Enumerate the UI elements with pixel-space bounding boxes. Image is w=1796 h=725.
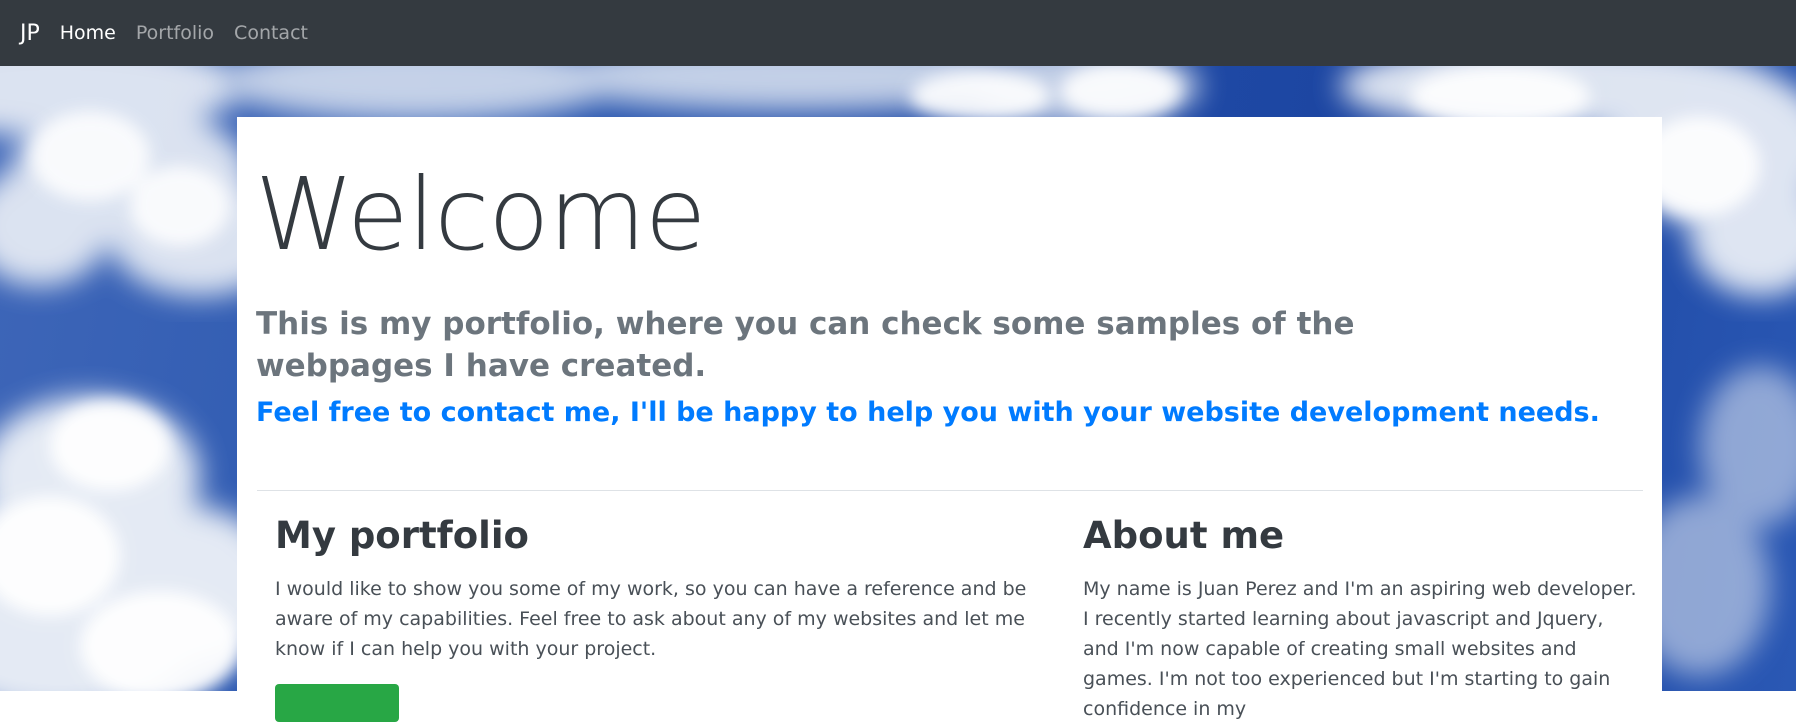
brand-logo[interactable]: JP [20, 21, 40, 46]
portfolio-heading: My portfolio [275, 514, 529, 557]
portfolio-button[interactable] [275, 684, 399, 722]
nav-link-home[interactable]: Home [60, 22, 116, 44]
about-text: My name is Juan Perez and I'm an aspirin… [1083, 578, 1637, 720]
about-heading: About me [1083, 514, 1285, 557]
section-divider [257, 490, 1643, 491]
page-title: Welcome [255, 156, 706, 273]
nav-link-contact[interactable]: Contact [234, 22, 308, 44]
portfolio-section: My portfolio I would like to show you so… [275, 514, 1055, 725]
hero-lead-text: This is my portfolio, where you can chec… [256, 306, 1355, 384]
nav-link-portfolio[interactable]: Portfolio [136, 22, 214, 44]
about-section: About me My name is Juan Perez and I'm a… [1083, 514, 1643, 724]
top-navbar: JP Home Portfolio Contact [0, 0, 1796, 66]
portfolio-text: I would like to show you some of my work… [275, 578, 1027, 660]
welcome-jumbotron: Welcome This is my portfolio, where you … [237, 117, 1662, 722]
hero-contact-text: Feel free to contact me, I'll be happy t… [256, 397, 1600, 428]
